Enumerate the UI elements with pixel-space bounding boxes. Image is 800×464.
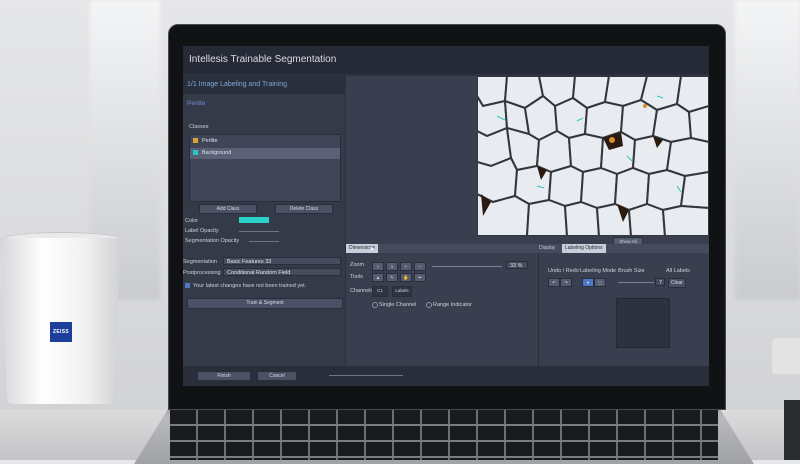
zoom-label: Zoom xyxy=(350,262,365,268)
color-picker[interactable] xyxy=(239,217,269,223)
clear-button[interactable]: Clear xyxy=(668,278,686,288)
status-checkbox[interactable] xyxy=(185,283,190,288)
range-indicator-label: Range Indicator xyxy=(433,302,472,308)
panel-divider xyxy=(538,253,539,366)
undo-redo-label: Undo / Redo xyxy=(548,268,579,274)
class-color-swatch xyxy=(193,138,198,144)
footer-bar: Finish Cancel xyxy=(183,366,709,386)
seg-opacity-label: Segmentation Opacity xyxy=(185,238,240,244)
single-channel-label: Single Channel xyxy=(379,302,417,308)
left-pane: 1/1 Image Labeling and Training Perlite … xyxy=(183,76,345,366)
tab-labeling-options[interactable]: Labeling Options xyxy=(562,244,606,253)
zoom-in-icon[interactable]: + xyxy=(400,262,412,271)
section-header[interactable]: 1/1 Image Labeling and Training xyxy=(183,76,345,94)
brush-tool-icon[interactable]: ✎ xyxy=(386,273,398,282)
pointer-tool-icon[interactable]: ▲ xyxy=(372,273,384,282)
redo-icon[interactable]: ↷ xyxy=(560,278,572,287)
erase-mode-icon[interactable]: ◻ xyxy=(594,278,606,287)
segmentation-dropdown[interactable]: Basic Features 33 xyxy=(223,257,341,265)
class-color-swatch xyxy=(193,150,198,156)
label-opacity-slider[interactable] xyxy=(239,231,279,232)
channel-c1-button[interactable]: C1 xyxy=(372,286,388,297)
hand-tool-icon[interactable]: ✋ xyxy=(400,273,412,282)
classes-label: Classes xyxy=(189,124,209,130)
laptop-keyboard-rows xyxy=(170,410,718,460)
label-opacity-label: Label Opacity xyxy=(185,228,219,234)
channels-label: Channels xyxy=(350,288,374,294)
cancel-button[interactable]: Cancel xyxy=(257,371,297,381)
micrograph-image xyxy=(477,76,709,236)
model-name: Perlite xyxy=(187,100,206,107)
status-text: Your latest changes have not been traine… xyxy=(193,283,307,289)
zeiss-logo: ZEISS xyxy=(50,322,72,342)
image-viewer[interactable] xyxy=(477,76,709,236)
mouse-cursor-icon: ➤ xyxy=(369,246,375,253)
laptop-screen: Intellesis Trainable Segmentation 1/1 Im… xyxy=(183,46,709,386)
segmentation-label: Segmentation xyxy=(183,259,217,265)
list-item[interactable]: Perlite xyxy=(190,136,340,147)
brush-size-value[interactable]: 7 xyxy=(655,278,665,286)
main-pane: Show All Dimensions Display Labeling Opt… xyxy=(346,76,709,366)
zoom-fit-icon[interactable]: ○ xyxy=(372,262,384,271)
postprocessing-label: Postprocessing xyxy=(183,270,221,276)
brush-preview xyxy=(616,298,670,348)
brush-size-slider[interactable] xyxy=(618,282,654,283)
tab-bar: Dimensions Display Labeling Options xyxy=(346,244,709,253)
list-item[interactable]: Background xyxy=(190,148,340,159)
all-labels-label: All Labels xyxy=(666,268,690,274)
background-window xyxy=(735,0,800,300)
classes-list[interactable]: Perlite Background xyxy=(189,134,341,202)
zoom-out-icon[interactable]: − xyxy=(414,262,426,271)
tab-display[interactable]: Display xyxy=(536,244,558,253)
brush-size-label: Brush Size xyxy=(618,268,645,274)
coffee-cup xyxy=(0,238,122,404)
zoom-value[interactable]: 33 % xyxy=(506,261,528,269)
window-title: Intellesis Trainable Segmentation xyxy=(183,46,709,74)
postprocessing-dropdown[interactable]: Conditional Random Field xyxy=(223,268,341,276)
finish-button[interactable]: Finish xyxy=(197,371,251,381)
paint-mode-icon[interactable]: ● xyxy=(582,278,594,287)
undo-icon[interactable]: ↶ xyxy=(548,278,560,287)
delete-class-button[interactable]: Delete Class xyxy=(275,204,333,214)
add-class-button[interactable]: Add Class xyxy=(199,204,257,214)
pen-tool-icon[interactable]: ✒ xyxy=(414,273,426,282)
color-label: Color xyxy=(185,218,199,224)
train-segment-button[interactable]: Train & Segment xyxy=(187,298,343,309)
desk-object xyxy=(784,400,800,460)
labeling-mode-label: Labeling Mode xyxy=(580,268,617,274)
zoom-slider[interactable] xyxy=(432,266,502,267)
channel-labels-button[interactable]: Labels xyxy=(392,286,412,297)
seg-opacity-slider[interactable] xyxy=(249,241,279,242)
progress-bar xyxy=(329,375,403,376)
zoom-100-icon[interactable]: 1 xyxy=(386,262,398,271)
desk-object xyxy=(772,338,800,374)
tools-label: Tools xyxy=(350,274,363,280)
single-channel-radio[interactable] xyxy=(372,302,378,308)
range-indicator-radio[interactable] xyxy=(426,302,432,308)
